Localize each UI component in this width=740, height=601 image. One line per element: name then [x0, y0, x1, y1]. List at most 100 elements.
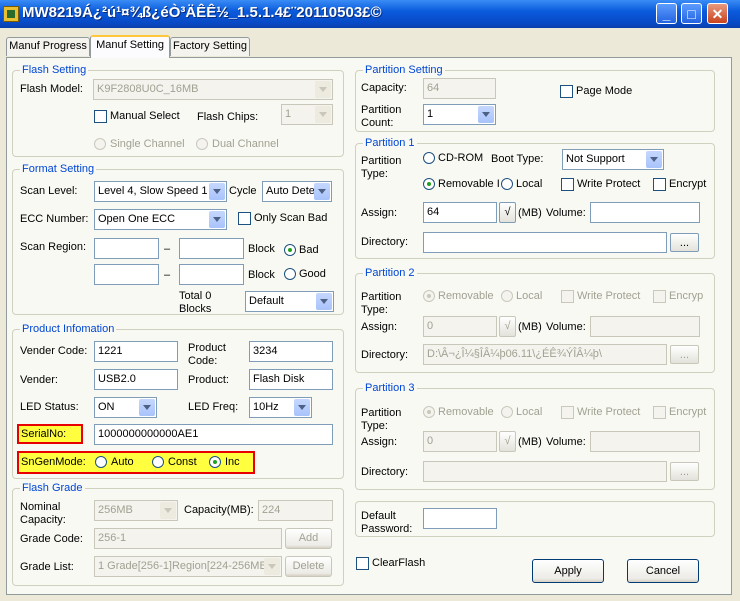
- partition-capacity-input[interactable]: 64: [423, 78, 496, 99]
- partition1-write-protect-checkbox[interactable]: [561, 178, 574, 191]
- scan-level-select[interactable]: Level 4, Slow Speed 1: [94, 181, 227, 202]
- cycle-value: Auto Dete: [266, 185, 315, 197]
- only-scan-bad-label: Only Scan Bad: [254, 212, 328, 224]
- bad-radio[interactable]: [284, 244, 296, 256]
- partition3-assign-input[interactable]: 0: [423, 431, 497, 452]
- total-blocks-label-2: Blocks: [179, 303, 212, 315]
- scan-region-start-1[interactable]: [94, 238, 159, 259]
- flash-model-value: K9F2808U0C_16MB: [97, 83, 199, 95]
- partition2-write-protect-label: Write Protect: [577, 290, 641, 302]
- flash-model-select[interactable]: K9F2808U0C_16MB: [93, 79, 333, 100]
- sngen-auto-radio[interactable]: [95, 456, 107, 468]
- led-status-value: ON: [98, 401, 115, 413]
- partition2-apply-size-button[interactable]: √: [499, 316, 516, 337]
- partition2-browse-button[interactable]: ...: [670, 345, 699, 364]
- maximize-button[interactable]: □: [681, 3, 702, 24]
- tab-manuf-setting[interactable]: Manuf Setting: [90, 35, 170, 58]
- page-mode-checkbox[interactable]: [560, 85, 573, 98]
- partition-count-select[interactable]: 1: [423, 104, 496, 125]
- boot-type-select[interactable]: Not Support: [562, 149, 664, 170]
- scan-level-value: Level 4, Slow Speed 1: [98, 185, 208, 197]
- partition3-encrypt-label: Encrypt: [669, 406, 707, 418]
- partition2-local-radio[interactable]: [501, 290, 513, 302]
- grade-capacity-input[interactable]: 224: [258, 500, 333, 521]
- vender-code-input[interactable]: 1221: [94, 341, 178, 362]
- partition1-assign-label: Assign:: [361, 207, 398, 219]
- manual-select-checkbox[interactable]: [94, 110, 107, 123]
- chevron-down-icon: [294, 399, 310, 416]
- partition3-directory-input[interactable]: [423, 461, 667, 482]
- single-channel-radio[interactable]: [94, 138, 106, 150]
- apply-button[interactable]: Apply: [532, 559, 604, 583]
- delete-grade-button[interactable]: Delete: [285, 556, 332, 577]
- led-status-select[interactable]: ON: [94, 397, 157, 418]
- partition2-title: Partition 2: [363, 267, 417, 280]
- default-password-input[interactable]: [423, 508, 497, 529]
- cancel-button[interactable]: Cancel: [627, 559, 699, 583]
- partition3-volume-input[interactable]: [590, 431, 700, 452]
- scan-region-end-2[interactable]: [179, 264, 244, 285]
- scan-region-start-2[interactable]: [94, 264, 159, 285]
- product-input[interactable]: Flash Disk: [249, 369, 333, 390]
- tab-factory-setting[interactable]: Factory Setting: [170, 37, 250, 56]
- partition2-encrypt-checkbox[interactable]: [653, 290, 666, 303]
- partition3-write-protect-checkbox[interactable]: [561, 406, 574, 419]
- serial-no-input[interactable]: 1000000000000AE1: [94, 424, 333, 445]
- partition2-type-label-1: Partition: [361, 291, 402, 303]
- default-password-label-2: Password:: [361, 523, 413, 535]
- close-button[interactable]: ✕: [707, 3, 728, 24]
- partition-count-value: 1: [427, 108, 434, 120]
- partition1-browse-button[interactable]: ...: [670, 233, 699, 252]
- partition3-apply-size-button[interactable]: √: [499, 431, 516, 452]
- tab-manuf-progress[interactable]: Manuf Progress: [6, 37, 90, 56]
- partition2-assign-input[interactable]: 0: [423, 316, 497, 337]
- partition3-local-radio[interactable]: [501, 406, 513, 418]
- flash-chips-select[interactable]: 1: [281, 104, 333, 125]
- sngen-mode-label: SnGenMode:: [21, 456, 86, 468]
- partition1-cdrom-label: CD-ROM: [438, 152, 484, 164]
- partition2-removable-label: Removable: [438, 290, 494, 302]
- product-info-title: Product Infomation: [20, 323, 117, 336]
- partition1-local-radio[interactable]: [501, 178, 513, 190]
- grade-code-input[interactable]: 256-1: [94, 528, 282, 549]
- clear-flash-checkbox[interactable]: [356, 557, 369, 570]
- vender-input[interactable]: USB2.0: [94, 369, 178, 390]
- nominal-capacity-select[interactable]: 256MB: [94, 500, 178, 521]
- partition2-write-protect-checkbox[interactable]: [561, 290, 574, 303]
- chevron-down-icon: [314, 183, 330, 200]
- grade-list-select[interactable]: 1 Grade[256-1]Region[224-256MB: [94, 556, 282, 577]
- sngen-inc-radio[interactable]: [209, 456, 221, 468]
- partition1-apply-size-button[interactable]: √: [499, 202, 516, 223]
- only-scan-bad-checkbox[interactable]: [238, 212, 251, 225]
- partition1-encrypt-label: Encrypt: [669, 178, 707, 190]
- dual-channel-radio[interactable]: [196, 138, 208, 150]
- partition2-directory-label: Directory:: [361, 349, 409, 361]
- partition2-removable-radio[interactable]: [423, 290, 435, 302]
- partition1-directory-input[interactable]: [423, 232, 667, 253]
- partition3-browse-button[interactable]: ...: [670, 462, 699, 481]
- cycle-select[interactable]: Auto Dete: [262, 181, 332, 202]
- partition2-directory-input[interactable]: D:\Â¬¿Î¼§ÎÂ¼þ06.11\¿ÉÊ¾ÝÎÂ¼þ\: [423, 344, 667, 365]
- minimize-button[interactable]: _: [656, 3, 677, 24]
- scan-region-end-1[interactable]: [179, 238, 244, 259]
- default-select[interactable]: Default: [245, 291, 334, 312]
- partition1-volume-input[interactable]: [590, 202, 700, 223]
- partition1-encrypt-checkbox[interactable]: [653, 178, 666, 191]
- partition1-removable-radio[interactable]: [423, 178, 435, 190]
- good-radio[interactable]: [284, 268, 296, 280]
- partition1-assign-input[interactable]: 64: [423, 202, 497, 223]
- ecc-number-select[interactable]: Open One ECC: [94, 209, 227, 230]
- partition3-mb-label: (MB): [518, 436, 542, 448]
- partition1-cdrom-radio[interactable]: [423, 152, 435, 164]
- product-code-input[interactable]: 3234: [249, 341, 333, 362]
- sngen-const-radio[interactable]: [152, 456, 164, 468]
- add-grade-button[interactable]: Add: [285, 528, 332, 549]
- nominal-capacity-label-1: Nominal: [20, 501, 61, 513]
- partition3-encrypt-checkbox[interactable]: [653, 406, 666, 419]
- default-password-label-1: Default: [361, 510, 396, 522]
- chevron-down-icon: [315, 106, 331, 123]
- partition2-volume-input[interactable]: [590, 316, 700, 337]
- partition1-local-label: Local: [516, 178, 543, 190]
- partition3-removable-radio[interactable]: [423, 406, 435, 418]
- led-freq-select[interactable]: 10Hz: [249, 397, 312, 418]
